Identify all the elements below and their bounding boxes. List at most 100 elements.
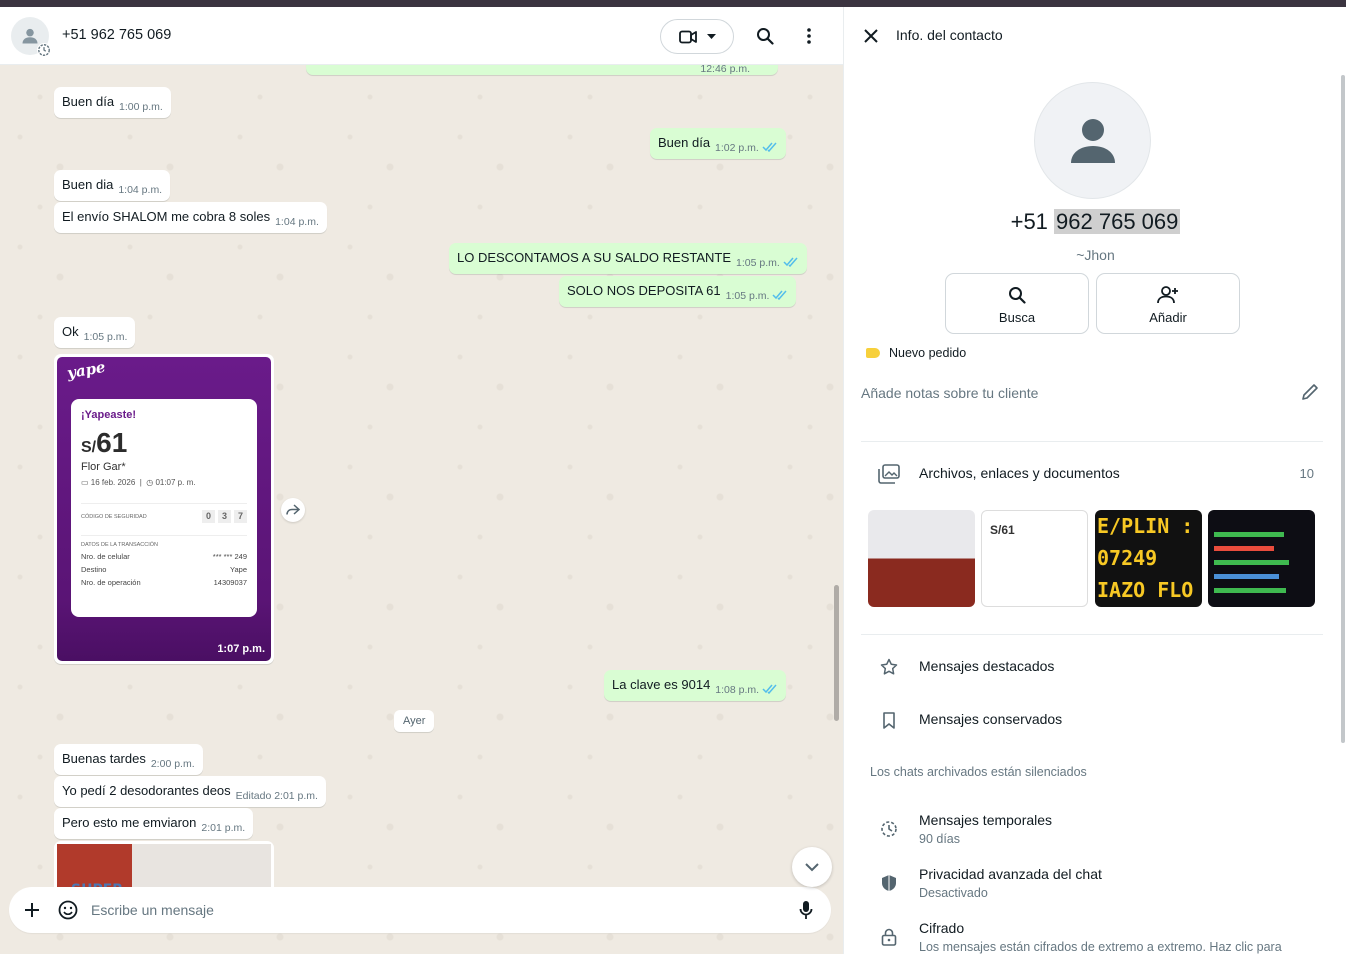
double-check-icon [762,139,778,156]
pencil-icon[interactable] [1301,383,1319,406]
files-links-docs-row[interactable]: Archivos, enlaces y documentos 10 [878,464,1318,486]
notes-input[interactable]: Añade notas sobre tu cliente [861,385,1038,401]
message-text: Yo pedí 2 desodorantes deos [62,783,231,798]
forward-icon[interactable] [281,498,305,522]
files-count: 10 [1299,466,1314,481]
message-time: 1:04 p.m. [275,216,319,228]
double-check-icon [772,287,788,304]
message-text: La clave es 9014 [612,677,711,692]
attach-plus-icon[interactable] [21,899,43,921]
star-icon [878,656,900,678]
privacy-title: Privacidad avanzada del chat [919,866,1102,882]
user-icon [1070,118,1115,163]
message-text: Buenas tardes [62,751,146,766]
avatar[interactable] [11,17,51,57]
message-text: Pero esto me emviaron [62,815,197,830]
divider [861,634,1323,635]
message-bubble-incoming[interactable]: El envío SHALOM me cobra 8 soles 1:04 p.m… [54,202,327,233]
close-icon[interactable] [860,25,882,47]
thumbnail-text: 07249 [1097,546,1158,570]
bookmark-icon [878,709,900,731]
search-icon[interactable] [754,25,776,47]
image-message[interactable]: yape ¡Yapeaste! S/61 Flor Gar* ▭ 16 feb.… [54,354,274,664]
microphone-icon[interactable] [795,899,817,921]
gallery-icon [878,464,900,489]
details-header: DATOS DE LA TRANSACCIÓN [81,535,247,548]
receipt-date: ▭ 16 feb. 2026 | ◷ 01:07 p. m. [81,478,196,487]
chat-header[interactable]: +51 962 765 069 [0,7,843,65]
label-tag[interactable]: Nuevo pedido [866,346,966,360]
media-thumbnail[interactable] [1208,510,1315,607]
message-bubble-outgoing[interactable]: La clave es 9014 1:08 p.m. [604,670,787,701]
message-bubble-outgoing[interactable]: LO DESCONTAMOS A SU SALDO RESTANTE 1:05 p… [449,243,807,274]
receipt-recipient: Flor Gar* [81,461,126,473]
message-bubble-incoming[interactable]: Buen dia 1:04 p.m. [54,170,171,201]
message-bubble-incoming[interactable]: Pero esto me emviaron 2:01 p.m. [54,808,254,839]
divider [861,441,1323,442]
info-scrollbar[interactable] [1341,75,1345,743]
search-icon [1009,287,1026,304]
contact-phone: +51 962 765 069 [1010,209,1181,234]
message-bubble-incoming[interactable]: Yo pedí 2 desodorantes deos Editado 2:01 … [54,776,326,807]
temp-title: Mensajes temporales [919,812,1053,828]
timer-icon [37,43,51,57]
message-bubble-outgoing[interactable]: SOLO NOS DEPOSITA 61 1:05 p.m. [559,276,797,307]
media-thumbnail[interactable]: E/PLIN : 07249 IAZO FLO [1095,510,1202,607]
add-person-icon [1157,286,1178,304]
privacy-sub: Desactivado [919,886,988,900]
media-thumbnail[interactable]: S/61 [981,510,1088,607]
info-header: Info. del contacto [844,7,1346,65]
video-camera-icon [678,30,697,43]
thumbnail-text: IAZO FLO [1097,578,1194,602]
receipt-title: ¡Yapeaste! [81,409,137,421]
contact-avatar[interactable] [1034,82,1151,199]
message-bubble-incoming[interactable]: Ok 1:05 p.m. [54,317,136,348]
message-time: 1:04 p.m. [118,184,163,196]
message-bubble-outgoing[interactable]: Buen día 1:02 p.m. [650,128,786,159]
yape-logo: yape [65,357,107,383]
message-time: 1:08 p.m. [715,684,760,696]
message-time: 1:02 p.m. [715,142,759,154]
receipt-card: ¡Yapeaste! S/61 Flor Gar* ▭ 16 feb. 2026… [71,399,257,617]
caret-down-icon [706,33,716,39]
date-separator: Ayer [394,710,435,732]
starred-label: Mensajes destacados [919,658,1055,674]
chat-contact-name[interactable]: +51 962 765 069 [62,27,171,43]
scroll-to-bottom-button[interactable] [792,847,832,887]
image-time: 1:07 p.m. [217,643,265,655]
message-list[interactable]: 12:46 p.m. Buen día 1:00 p.m. Buen día 1:0… [0,51,843,901]
message-composer[interactable]: Escribe un mensaje [9,887,831,933]
add-contact-label: Añadir [1149,310,1187,325]
contact-info-pane: Info. del contacto +51 962 765 069 ~Jhon… [843,7,1346,954]
cipher-title: Cifrado [919,920,965,936]
media-thumbnail[interactable] [868,510,975,607]
message-text: SOLO NOS DEPOSITA 61 [567,283,721,298]
detail-row: Nro. de celular *** *** 249 [81,552,247,561]
message-input[interactable]: Escribe un mensaje [91,902,214,918]
thumbnail-amount: S/61 [990,523,1015,537]
message-time: 1:05 p.m. [736,257,780,269]
video-call-button[interactable] [660,19,734,54]
yape-receipt-image: yape ¡Yapeaste! S/61 Flor Gar* ▭ 16 feb.… [57,357,271,661]
message-time: Editado 2:01 p.m. [235,790,318,802]
message-text: Buen día [658,135,711,150]
message-bubble-incoming[interactable]: Buen día 1:00 p.m. [54,87,171,118]
double-check-icon [783,254,799,271]
lock-icon [878,926,900,948]
timer-icon [878,818,900,840]
files-label: Archivos, enlaces y documentos [919,465,1120,481]
message-time: 2:00 p.m. [150,758,195,770]
add-contact-button[interactable]: Añadir [1096,273,1240,334]
more-options-icon[interactable] [798,25,820,47]
message-text: Ok [62,324,79,339]
kept-label: Mensajes conservados [919,711,1063,727]
search-button[interactable]: Busca [945,273,1089,334]
chat-scrollbar[interactable] [834,585,839,721]
security-code: CÓDIGO DE SEGURIDAD 037 [81,503,247,523]
message-bubble-incoming[interactable]: Buenas tardes 2:00 p.m. [54,744,203,775]
tag-icon [866,348,880,358]
double-check-icon [762,681,778,698]
message-time: 1:05 p.m. [725,290,770,302]
emoji-icon[interactable] [57,899,79,921]
window-top-bar [0,0,1346,7]
